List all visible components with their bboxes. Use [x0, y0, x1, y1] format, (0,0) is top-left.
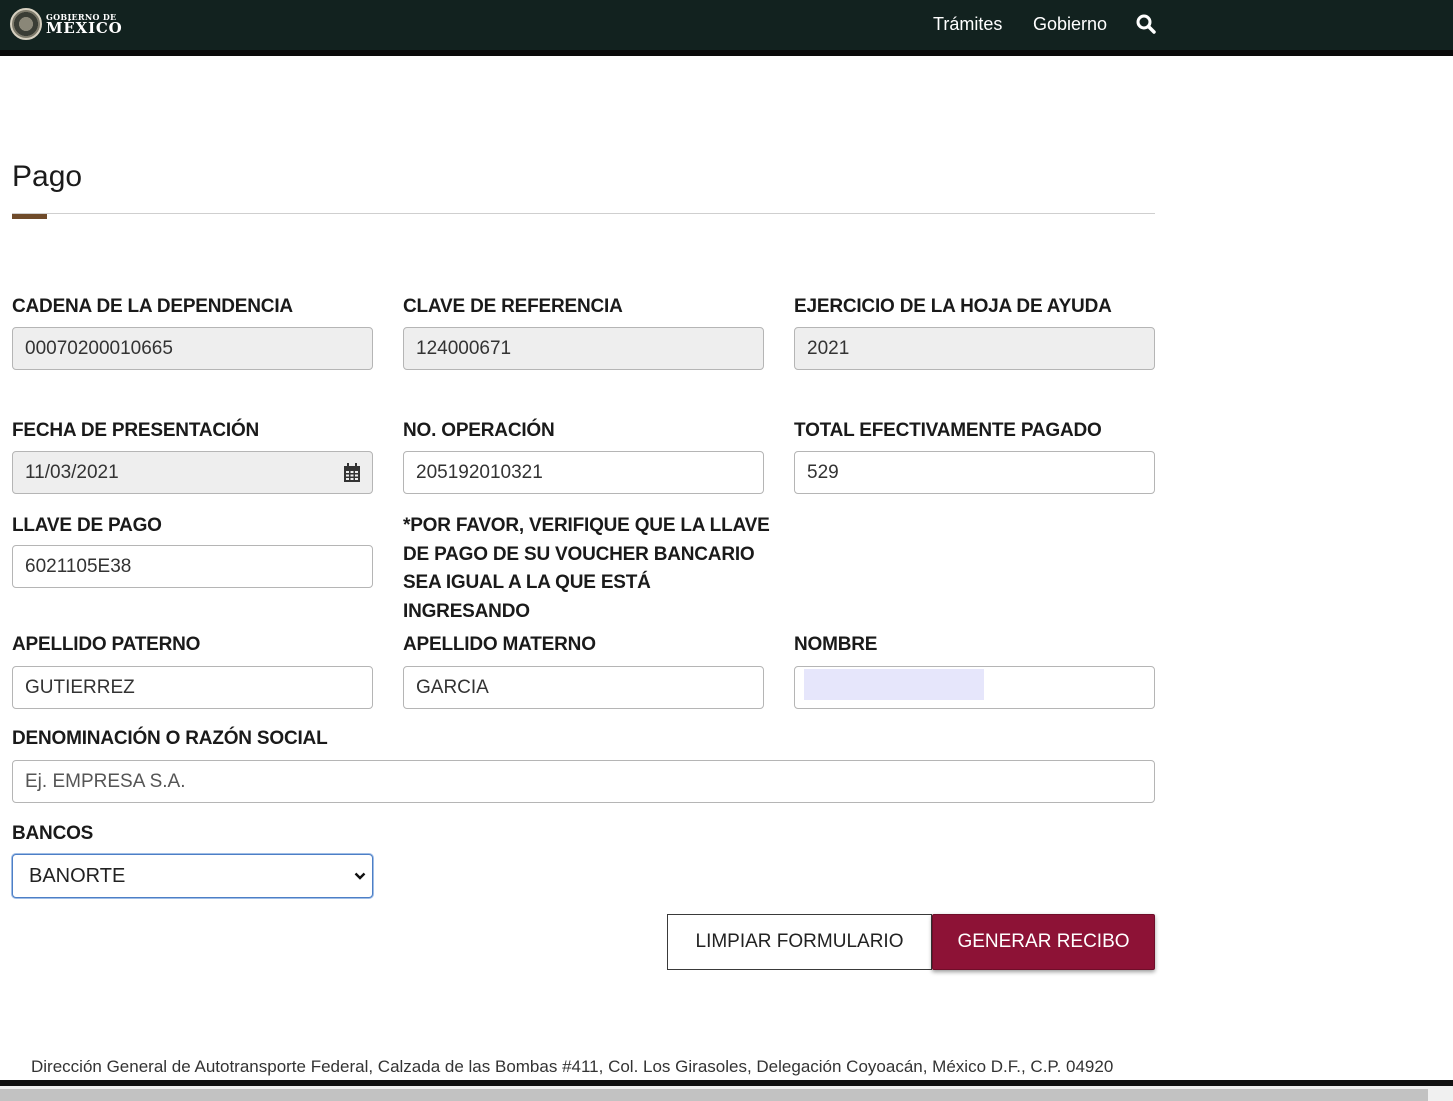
materno-field[interactable]: [403, 666, 764, 709]
bancos-selected-value: BANORTE: [29, 865, 126, 887]
razon-social-label: DENOMINACIÓN O RAZÓN SOCIAL: [12, 728, 328, 749]
operacion-field[interactable]: [403, 451, 764, 494]
nombre-autofill-highlight: [804, 669, 984, 700]
logo-text: GOBIERNO DE MÉXICO: [46, 13, 123, 36]
generate-receipt-button[interactable]: GENERAR RECIBO: [932, 914, 1155, 970]
calendar-icon[interactable]: [343, 463, 361, 483]
llave-field[interactable]: [12, 545, 373, 588]
fecha-label: FECHA DE PRESENTACIÓN: [12, 420, 260, 441]
llave-warning-note: *POR FAVOR, VERIFIQUE QUE LA LLAVE DE PA…: [403, 515, 770, 622]
chevron-down-icon: [354, 872, 366, 880]
cadena-field[interactable]: [12, 327, 373, 370]
horizontal-scrollbar[interactable]: [0, 1086, 1453, 1101]
nav-link-tramites[interactable]: Trámites: [933, 14, 1002, 35]
cadena-label: CADENA DE LA DEPENDENCIA: [12, 296, 293, 317]
nav-link-gobierno[interactable]: Gobierno: [1033, 14, 1107, 35]
logo-big-text: MÉXICO: [46, 18, 123, 37]
clave-label: CLAVE DE REFERENCIA: [403, 296, 623, 317]
footer-address: Dirección General de Autotransporte Fede…: [31, 1057, 1114, 1076]
operacion-label: NO. OPERACIÓN: [403, 420, 555, 441]
fecha-field[interactable]: [12, 451, 373, 494]
total-label: TOTAL EFECTIVAMENTE PAGADO: [794, 420, 1102, 441]
ejercicio-label: EJERCICIO DE LA HOJA DE AYUDA: [794, 296, 1112, 317]
clear-form-button[interactable]: LIMPIAR FORMULARIO: [667, 914, 932, 970]
paterno-field[interactable]: [12, 666, 373, 709]
scrollbar-thumb[interactable]: [0, 1089, 1428, 1101]
materno-label: APELLIDO MATERNO: [403, 634, 596, 655]
bancos-select[interactable]: BANORTE: [12, 854, 373, 898]
title-accent-bar: [12, 214, 47, 219]
nombre-label: NOMBRE: [794, 634, 878, 655]
bancos-label: BANCOS: [12, 823, 94, 844]
search-icon[interactable]: [1134, 12, 1158, 36]
ejercicio-field[interactable]: [794, 327, 1155, 370]
paterno-label: APELLIDO PATERNO: [12, 634, 201, 655]
top-navbar: GOBIERNO DE MÉXICO Trámites Gobierno: [0, 0, 1453, 56]
page-title: Pago: [12, 160, 83, 193]
gobierno-mexico-logo[interactable]: GOBIERNO DE MÉXICO: [10, 6, 123, 42]
total-field[interactable]: [794, 451, 1155, 494]
title-divider: [12, 213, 1155, 214]
razon-social-field[interactable]: [12, 760, 1155, 803]
national-seal-icon: [10, 8, 42, 40]
clave-field[interactable]: [403, 327, 764, 370]
llave-label: LLAVE DE PAGO: [12, 515, 162, 536]
